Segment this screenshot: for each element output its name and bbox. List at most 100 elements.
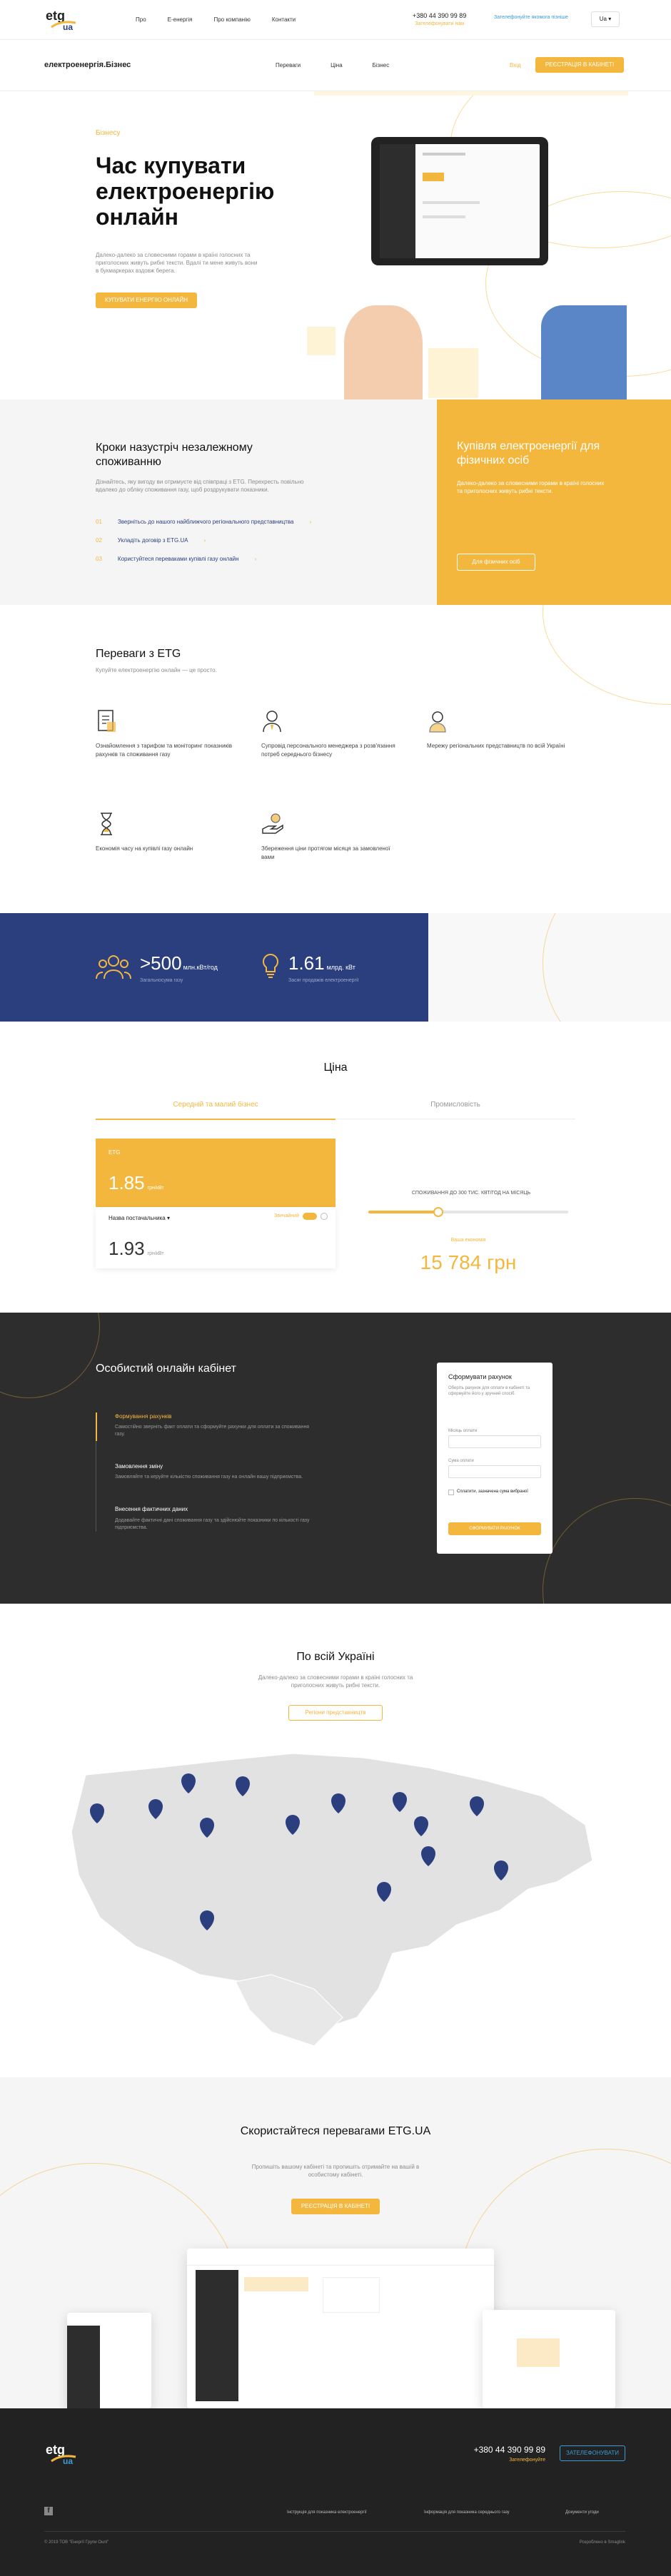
chevron-right-icon: ›	[254, 556, 257, 563]
slider-handle[interactable]	[433, 1207, 443, 1217]
footer-link[interactable]: Інструкція для показника електроенергії	[287, 2510, 367, 2515]
step-item[interactable]: 03 Користуйтеся переваками купівлі газу о…	[96, 555, 311, 563]
saving-label: Ваша економія	[450, 1238, 486, 1243]
footer-phone[interactable]: +380 44 390 99 89	[457, 2444, 545, 2456]
tablet-screen	[380, 144, 540, 258]
site-logo[interactable]: електроенергія.Бізнес	[44, 60, 131, 71]
mockup-block	[244, 2277, 308, 2291]
hero: Бізнесу Час купувати електроенергію онла…	[0, 91, 671, 399]
nav-advantages[interactable]: Переваги	[276, 61, 301, 69]
advantage-text: Ознайомлення з тарифом та моніторинг пок…	[96, 743, 233, 758]
competitor-price: 1.93	[109, 1238, 145, 1259]
nav-item-1[interactable]: Про	[136, 16, 146, 24]
advantage-text: Збереження ціни протягом місяця за замов…	[261, 845, 390, 860]
promo-button[interactable]: Реєстрація в кабінеті	[291, 2199, 380, 2214]
login-link[interactable]: Вхід	[510, 61, 521, 69]
cabinet-section: Особистий онлайн кабінет Формування раху…	[0, 1313, 671, 1604]
callback-button[interactable]: Зателефонуйте якомога пізніше	[494, 14, 568, 21]
field-label: Місяць оплати	[448, 1429, 478, 1433]
step-label: Звернітьсь до нашого найближчого регіона…	[117, 519, 294, 525]
steps-title: Кроки назустріч незалежному споживанню	[96, 442, 253, 468]
advantage-item: Супровід персонального менеджера з розв'…	[261, 709, 404, 759]
feature-title: Замовлення зміну	[115, 1463, 163, 1470]
advantages-section: Переваги з ETG Купуйте електроенергію он…	[0, 605, 671, 913]
chevron-right-icon: ›	[203, 537, 206, 544]
pay-checkbox[interactable]	[448, 1490, 454, 1495]
device-mockup-tablet	[483, 2310, 615, 2408]
toggle[interactable]: Звичайний	[274, 1213, 328, 1220]
promo-text: Пропишіть вашому кабінеті та пропишіть о…	[251, 2164, 420, 2178]
nav-item-4[interactable]: Контакти	[272, 16, 296, 24]
feature-text: Замовляйте та керуйте кількістю споживан…	[115, 1475, 303, 1480]
etg-price-card: ETG 1.85 грн/кВт	[96, 1139, 336, 1207]
hourglass-icon	[101, 813, 112, 835]
nav-business[interactable]: Бізнес	[373, 61, 390, 69]
step-item[interactable]: 02 Укладіть договір з ETG.UA ›	[96, 536, 311, 544]
nav-item-3[interactable]: Про компанію	[213, 16, 250, 24]
active-marker	[96, 1412, 97, 1441]
steps-section: Кроки назустріч незалежному споживанню Д…	[0, 399, 671, 605]
tab-industry[interactable]: Промисловість	[336, 1100, 575, 1119]
ukraine-map	[71, 1753, 593, 2047]
device-mockup-desktop	[187, 2249, 494, 2408]
individuals-title: Купівля електроенергії для фізичних осіб	[457, 440, 600, 467]
card-price: 1.85	[109, 1172, 145, 1193]
supplier-select[interactable]: Назва постачальника ▾	[109, 1214, 170, 1222]
advantage-text: Супровід персонального менеджера з розв'…	[261, 743, 395, 758]
hand-coin-icon	[262, 813, 283, 834]
advantage-item: Ознайомлення з тарифом та моніторинг пок…	[96, 709, 238, 759]
form-submit-button[interactable]: Сформувати рахунок	[448, 1522, 541, 1535]
steps-text: Дізнайтесь, яку вигоду ви отримуєте від …	[96, 479, 304, 493]
consumption-slider[interactable]	[368, 1207, 568, 1217]
stat-label: Засяг продажів електроенергії	[288, 978, 359, 983]
step-number: 03	[96, 556, 102, 563]
invoice-form: Сформувати рахунок Оберіть рахунок для о…	[437, 1363, 553, 1554]
hero-button[interactable]: Купувати енергію онлайн	[96, 292, 197, 308]
field-label: Сума оплати	[448, 1459, 474, 1463]
lang-select[interactable]: Ua ▾	[591, 11, 620, 27]
register-button[interactable]: Реєстрація в кабінеті	[535, 57, 624, 73]
info-icon	[321, 1213, 328, 1220]
lang-label: Ua	[599, 16, 607, 22]
footer-link[interactable]: Інформація для показника середнього газу	[424, 2510, 510, 2515]
facebook-icon[interactable]: f	[44, 2507, 53, 2515]
svg-text:ua: ua	[63, 22, 73, 32]
hero-tag: Бізнесу	[96, 129, 121, 137]
stat-unit: млрд. кВт	[326, 964, 355, 971]
consumption-label: Споживання до 300 тис. кВт/год на місяць	[411, 1191, 531, 1196]
individuals-button[interactable]: Для фізичних осіб	[457, 554, 535, 571]
footer-button[interactable]: Зателефонувати	[560, 2445, 625, 2461]
tab-sme[interactable]: Середній та малий бізнес	[96, 1100, 336, 1120]
manager-icon	[263, 711, 281, 733]
cabinet-title: Особистий онлайн кабінет	[96, 1363, 236, 1375]
stat-label: Загальносума газу	[140, 978, 183, 983]
mockup-header	[187, 2249, 494, 2266]
people-icon	[96, 955, 131, 979]
advantage-text: Мережу регіональних представництв по всі…	[427, 743, 565, 749]
nav-price[interactable]: Ціна	[331, 61, 343, 69]
screen-sidebar	[380, 144, 415, 258]
advantage-item: Мережу регіональних представництв по всі…	[427, 709, 570, 750]
feature-text: Додавайте фактичні дані споживання газу …	[115, 1517, 310, 1530]
map-title: По всій Україні	[296, 1651, 375, 1663]
stats-banner: >500 млн.кВт/год Загальносума газу 1.61 мл…	[0, 913, 428, 1022]
month-select[interactable]	[448, 1435, 541, 1448]
amount-input[interactable]	[448, 1465, 541, 1478]
card-tag: ETG	[109, 1149, 121, 1156]
made-by[interactable]: Розроблено в Smaglink	[543, 2540, 625, 2545]
nav-item-2[interactable]: Е-енергія	[168, 16, 193, 24]
toggle-label: Звичайний	[274, 1213, 299, 1219]
advantage-item: Збереження ціни протягом місяця за замов…	[261, 812, 404, 862]
supplier-label: Назва постачальника	[109, 1215, 166, 1221]
callback-link[interactable]: Зателефонувати нам	[413, 21, 466, 28]
svg-text:ua: ua	[63, 2456, 73, 2466]
phone[interactable]: +380 44 390 99 89	[413, 11, 466, 21]
footer-link[interactable]: Документи угоди	[565, 2510, 599, 2515]
footer-callback[interactable]: Зателефонуйте	[457, 2457, 545, 2464]
logo[interactable]: etg ua	[44, 6, 79, 33]
footer-logo[interactable]: etg ua	[44, 2440, 79, 2467]
regions-button[interactable]: Регіони представництв	[288, 1705, 383, 1721]
mockup-sidebar	[196, 2270, 238, 2401]
form-title: Сформувати рахунок	[448, 1373, 512, 1380]
step-item[interactable]: 01 Звернітьсь до нашого найближчого регіо…	[96, 518, 311, 526]
